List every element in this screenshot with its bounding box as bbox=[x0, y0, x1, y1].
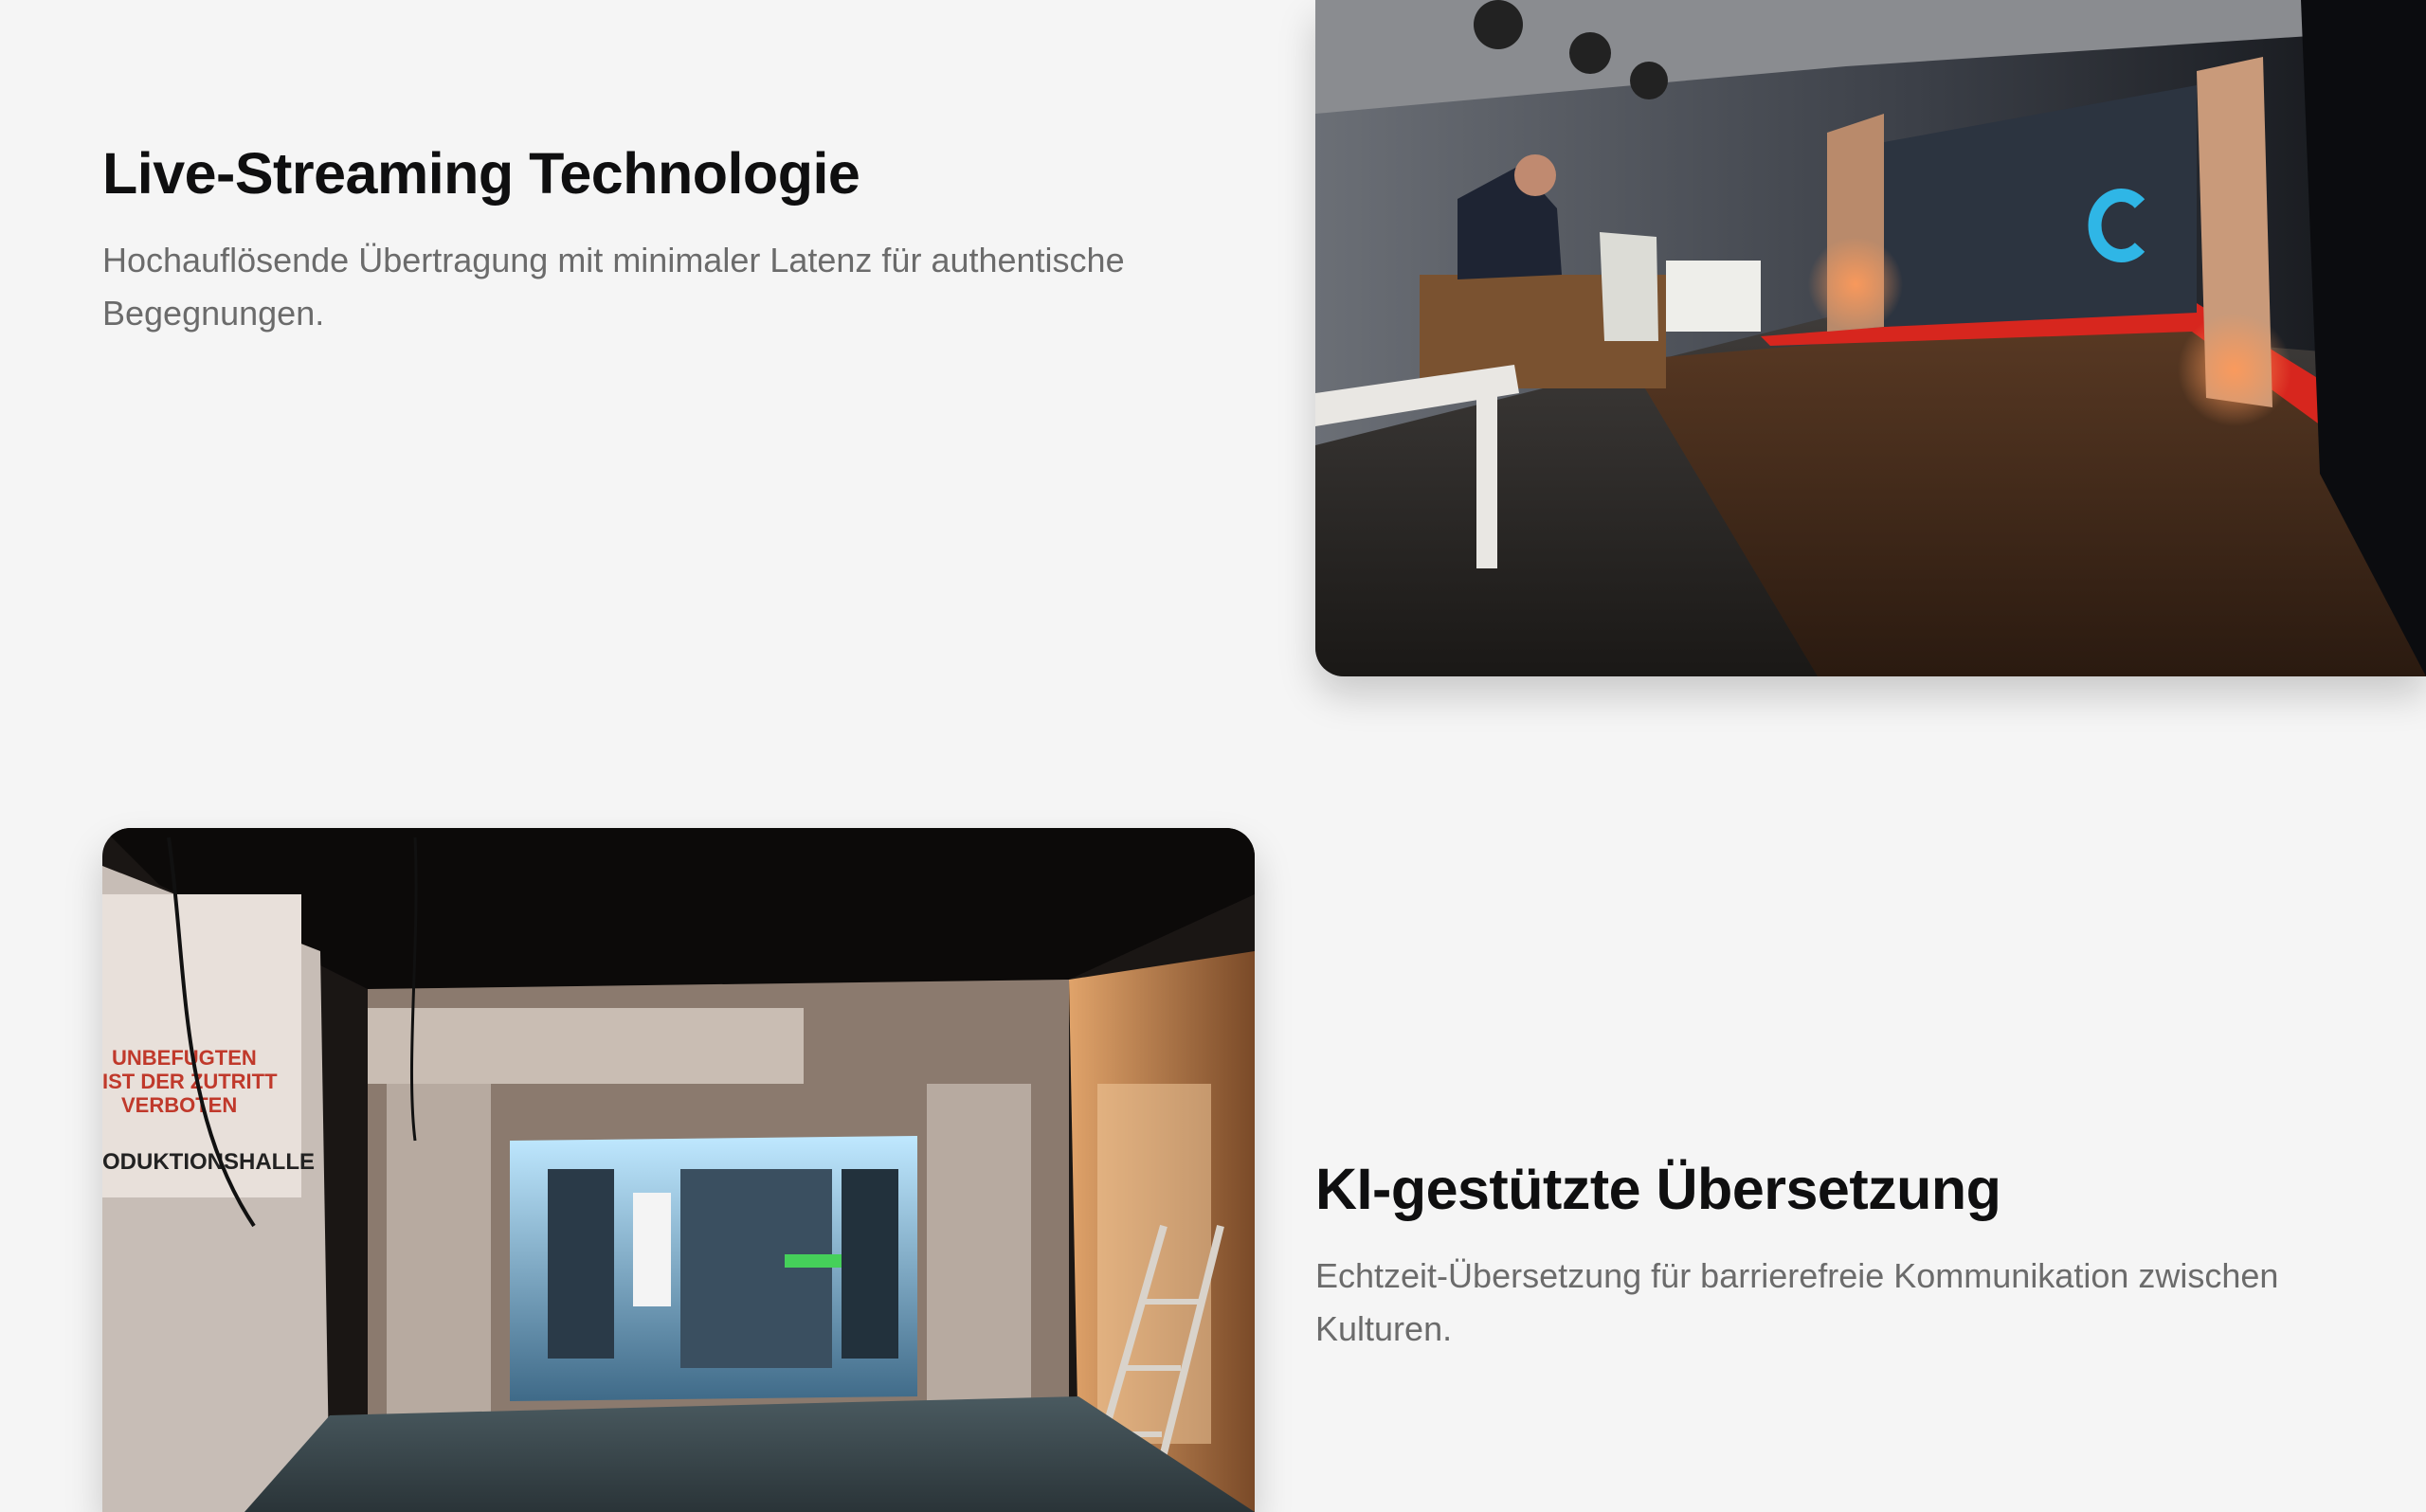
feature-description: Echtzeit-Übersetzung für barrierefreie K… bbox=[1315, 1256, 2279, 1349]
hall-photo-illustration: UNBEFUGTEN IST DER ZUTRITT VERBOTEN ODUK… bbox=[102, 828, 1255, 1512]
hall-label: ODUKTIONSHALLE bbox=[102, 1149, 315, 1175]
feature-ai-translation: KI-gestützte Übersetzung Echtzeit-Überse… bbox=[1315, 1157, 2377, 1356]
warning-sign-line-1: UNBEFUGTEN bbox=[112, 1046, 257, 1070]
feature-title: Live-Streaming Technologie bbox=[102, 141, 860, 206]
photo-streaming-studio bbox=[1315, 0, 2426, 676]
photo-production-hall: UNBEFUGTEN IST DER ZUTRITT VERBOTEN ODUK… bbox=[102, 828, 1255, 1512]
feature-title: KI-gestützte Übersetzung bbox=[1315, 1157, 2001, 1221]
page: Live-Streaming Technologie Hochauflösend… bbox=[0, 0, 2426, 1512]
warning-sign-line-3: VERBOTEN bbox=[121, 1093, 237, 1117]
studio-photo-illustration bbox=[1315, 0, 2426, 676]
feature-live-streaming: Live-Streaming Technologie Hochauflösend… bbox=[102, 141, 1258, 340]
warning-sign-line-2: IST DER ZUTRITT bbox=[102, 1070, 278, 1093]
feature-description: Hochauflösende Übertragung mit minimaler… bbox=[102, 241, 1125, 333]
